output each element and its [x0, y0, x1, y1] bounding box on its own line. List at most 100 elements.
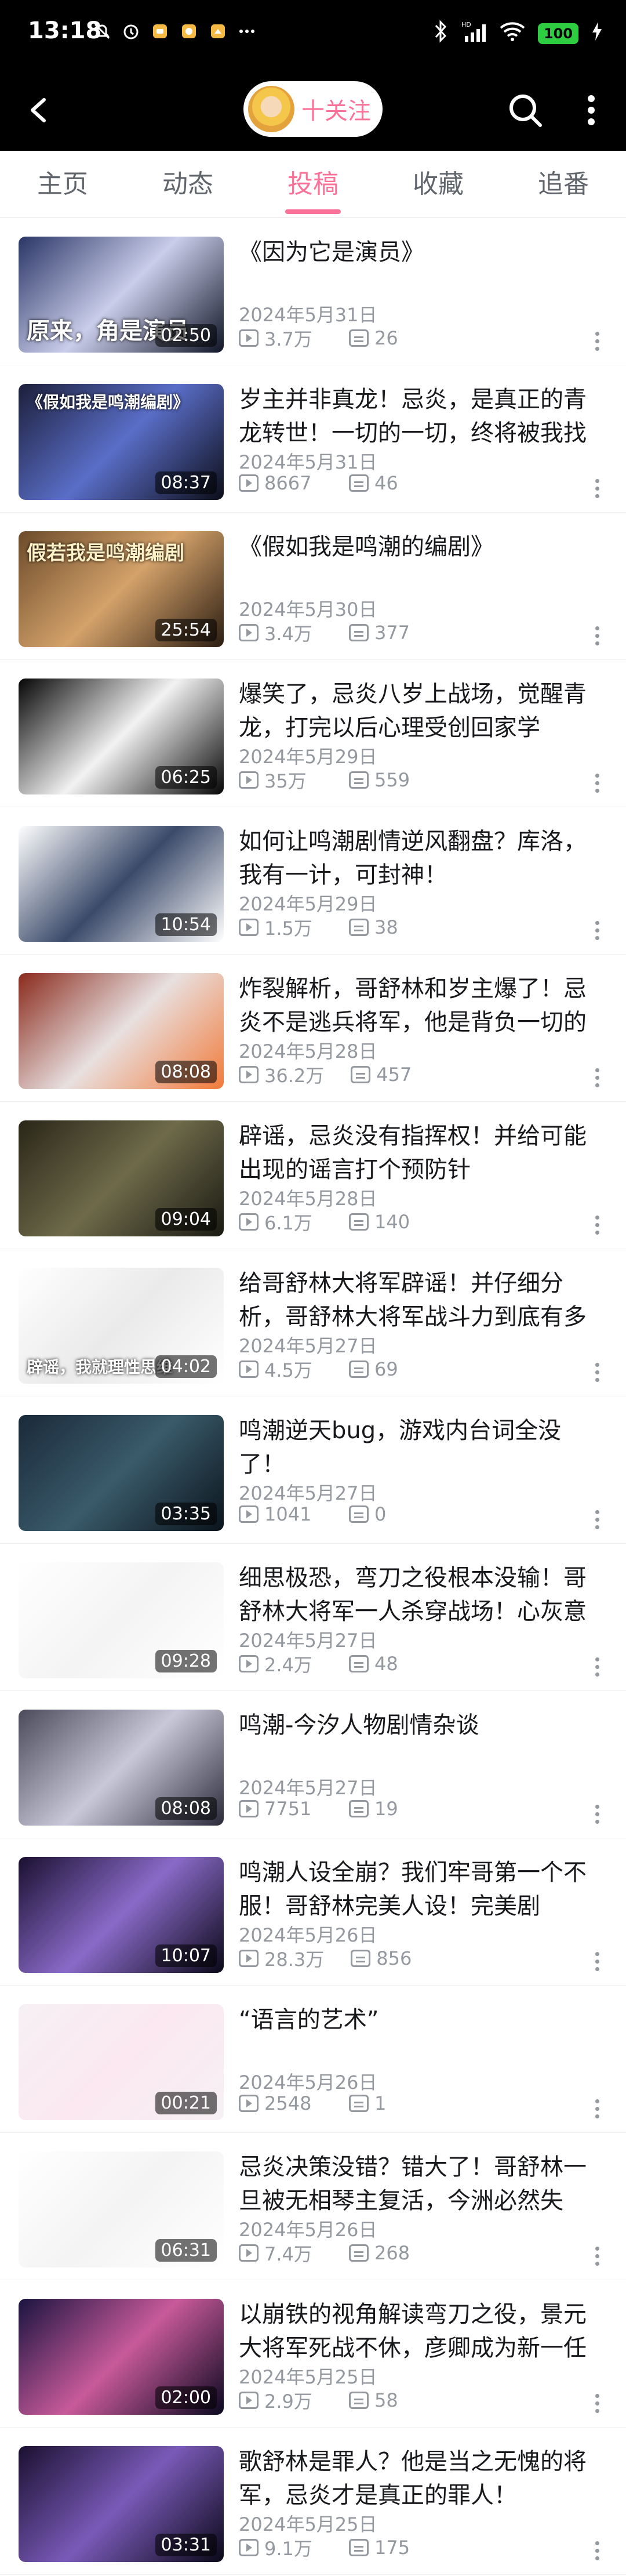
video-title[interactable]: 以崩铁的视角解读弯刀之役，景元大将军死战不休，彦卿成为新一任将军 — [239, 2298, 604, 2365]
video-stats: 35万 559 — [239, 767, 459, 793]
play-count-icon — [239, 771, 259, 789]
search-icon — [509, 95, 542, 127]
video-title[interactable]: 细思极恐，弯刀之役根本没输！哥舒林大将军一人杀穿战场！心灰意冷… — [239, 1561, 604, 1628]
video-title[interactable]: 忌炎决策没错？错大了！哥舒林一旦被无相琴主复活，今洲必然失守！ — [239, 2150, 604, 2218]
video-thumbnail[interactable]: 09:28 — [19, 1562, 224, 1678]
video-more-button[interactable] — [594, 1952, 600, 1978]
video-more-button[interactable] — [594, 1805, 600, 1830]
video-thumbnail[interactable]: 00:21 — [19, 2004, 224, 2120]
video-more-button[interactable] — [594, 1510, 600, 1536]
status-system-icons: HD 100 — [432, 20, 603, 48]
view-count: 2.4万 — [264, 1654, 312, 1676]
video-thumbnail[interactable]: 08:08 — [19, 973, 224, 1089]
video-item[interactable]: 06:25 爆笑了，忌炎八岁上战场，觉醒青龙，打完以后心理受创回家学医，… 20… — [0, 660, 626, 807]
video-item[interactable]: 03:35 鸣潮逆天bug，游戏内台词全没了！ 2024年5月27日 1041 … — [0, 1396, 626, 1544]
video-more-button[interactable] — [594, 2394, 600, 2419]
video-title[interactable]: 鸣潮人设全崩？我们牢哥第一个不服！哥舒林完美人设！完美剧情，… — [239, 1856, 604, 1923]
view-count: 7.4万 — [264, 2243, 312, 2265]
video-more-button[interactable] — [594, 479, 600, 505]
video-thumbnail[interactable]: 03:35 — [19, 1415, 224, 1531]
play-count-icon — [239, 2539, 259, 2556]
video-item[interactable]: 02:00 以崩铁的视角解读弯刀之役，景元大将军死战不休，彦卿成为新一任将军 2… — [0, 2280, 626, 2428]
app-notification-icon — [151, 22, 169, 41]
play-count-icon — [239, 624, 259, 641]
more-vertical-icon — [595, 626, 599, 630]
video-item[interactable]: 09:04 辟谣，忌炎没有指挥权！并给可能出现的谣言打个预防针 2024年5月2… — [0, 1102, 626, 1249]
tab-uploads[interactable]: 投稿 — [250, 151, 376, 217]
danmaku-icon — [349, 2244, 369, 2262]
video-stats: 8667 46 — [239, 472, 459, 494]
danmaku-icon — [349, 1213, 369, 1231]
more-vertical-icon — [595, 2247, 599, 2251]
video-more-button[interactable] — [594, 2099, 600, 2125]
video-item[interactable]: 辟谣，我就理性思维 04:02 给哥舒林大将军辟谣！并仔细分析，哥舒林大将军战斗… — [0, 1249, 626, 1396]
video-thumbnail[interactable]: 08:08 — [19, 1710, 224, 1826]
video-item[interactable]: 10:07 鸣潮人设全崩？我们牢哥第一个不服！哥舒林完美人设！完美剧情，… 20… — [0, 1838, 626, 1986]
video-thumbnail[interactable]: 《假如我是鸣潮编剧》 08:37 — [19, 384, 224, 500]
video-title[interactable]: 给哥舒林大将军辟谣！并仔细分析，哥舒林大将军战斗力到底有多强 — [239, 1267, 604, 1334]
video-title[interactable]: 《因为它是演员》 — [239, 235, 604, 269]
video-item[interactable]: 10:54 如何让鸣潮剧情逆风翻盘？库洛，我有一计，可封神！ 2024年5月29… — [0, 807, 626, 955]
video-thumbnail[interactable]: 假若我是鸣潮编剧 25:54 — [19, 531, 224, 647]
video-title[interactable]: 鸣潮-今汐人物剧情杂谈 — [239, 1708, 604, 1742]
bluetooth-icon — [432, 20, 449, 48]
video-item[interactable]: 06:31 忌炎决策没错？错大了！哥舒林一旦被无相琴主复活，今洲必然失守！ 20… — [0, 2133, 626, 2280]
video-title[interactable]: 岁主并非真龙！忌炎，是真正的青龙转世！一切的一切，终将被我找到… — [239, 383, 604, 450]
video-title[interactable]: 辟谣，忌炎没有指挥权！并给可能出现的谣言打个预防针 — [239, 1119, 604, 1187]
danmaku-count: 1 — [374, 2092, 387, 2114]
video-title[interactable]: 歌舒林是罪人？他是当之无愧的将军，忌炎才是真正的罪人！ — [239, 2445, 604, 2512]
video-thumbnail[interactable]: 06:31 — [19, 2151, 224, 2267]
video-title[interactable]: 如何让鸣潮剧情逆风翻盘？库洛，我有一计，可封神！ — [239, 825, 604, 892]
status-bar: 13:18 HD 100 — [0, 0, 626, 70]
video-title[interactable]: 爆笑了，忌炎八岁上战场，觉醒青龙，打完以后心理受创回家学医，… — [239, 677, 604, 745]
video-item[interactable]: 09:28 细思极恐，弯刀之役根本没输！哥舒林大将军一人杀穿战场！心灰意冷… 2… — [0, 1544, 626, 1691]
video-item[interactable]: 原来，角是演员 02:50 《因为它是演员》 2024年5月31日 3.7万 2… — [0, 218, 626, 365]
view-count: 1041 — [264, 1503, 312, 1525]
video-item[interactable]: 假若我是鸣潮编剧 25:54 《假如我是鸣潮的编剧》 2024年5月30日 3.… — [0, 513, 626, 660]
video-more-button[interactable] — [594, 921, 600, 946]
danmaku-count: 26 — [374, 327, 398, 349]
tab-favorites[interactable]: 收藏 — [376, 151, 501, 217]
video-item[interactable]: 08:08 鸣潮-今汐人物剧情杂谈 2024年5月27日 7751 19 — [0, 1691, 626, 1838]
tab-bangumi[interactable]: 追番 — [501, 151, 626, 217]
video-title[interactable]: 鸣潮逆天bug，游戏内台词全没了！ — [239, 1414, 604, 1481]
video-item[interactable]: 00:21 “语言的艺术” 2024年5月26日 2548 1 — [0, 1986, 626, 2133]
thumbnail-caption: 假若我是鸣潮编剧 — [27, 542, 184, 565]
more-options-button[interactable] — [574, 87, 609, 133]
video-title[interactable]: “语言的艺术” — [239, 2003, 604, 2037]
video-thumbnail[interactable]: 原来，角是演员 02:50 — [19, 237, 224, 353]
play-count-icon — [239, 919, 259, 936]
video-item[interactable]: 08:08 炸裂解析，哥舒林和岁主爆了！忌炎不是逃兵将军，他是背负一切的男… 2… — [0, 955, 626, 1102]
video-thumbnail[interactable]: 辟谣，我就理性思维 04:02 — [19, 1268, 224, 1384]
video-more-button[interactable] — [594, 332, 600, 357]
more-vertical-icon — [595, 1510, 599, 1514]
video-title[interactable]: 《假如我是鸣潮的编剧》 — [239, 530, 604, 564]
video-thumbnail[interactable]: 02:00 — [19, 2299, 224, 2415]
back-button[interactable] — [19, 87, 65, 133]
video-thumbnail[interactable]: 06:25 — [19, 679, 224, 794]
search-button[interactable] — [502, 87, 548, 133]
video-thumbnail[interactable]: 09:04 — [19, 1120, 224, 1236]
view-count: 4.5万 — [264, 1359, 312, 1381]
video-list: 原来，角是演员 02:50 《因为它是演员》 2024年5月31日 3.7万 2… — [0, 218, 626, 2575]
video-more-button[interactable] — [594, 2541, 600, 2567]
video-more-button[interactable] — [594, 774, 600, 799]
video-thumbnail[interactable]: 10:07 — [19, 1857, 224, 1973]
tab-home[interactable]: 主页 — [0, 151, 125, 217]
video-more-button[interactable] — [594, 626, 600, 652]
video-more-button[interactable] — [594, 2247, 600, 2272]
video-duration: 03:35 — [155, 1503, 217, 1525]
follow-button[interactable]: 十关注 — [243, 81, 383, 137]
tab-dynamics[interactable]: 动态 — [125, 151, 250, 217]
video-item[interactable]: 《假如我是鸣潮编剧》 08:37 岁主并非真龙！忌炎，是真正的青龙转世！一切的一… — [0, 365, 626, 513]
video-more-button[interactable] — [594, 1657, 600, 1683]
video-thumbnail[interactable]: 10:54 — [19, 826, 224, 942]
profile-tabs: 主页 动态 投稿 收藏 追番 — [0, 151, 626, 218]
danmaku-icon — [349, 2095, 369, 2112]
video-more-button[interactable] — [594, 1363, 600, 1388]
video-more-button[interactable] — [594, 1068, 600, 1094]
video-thumbnail[interactable]: 03:31 — [19, 2446, 224, 2562]
video-item[interactable]: 03:31 歌舒林是罪人？他是当之无愧的将军，忌炎才是真正的罪人！ 2024年5… — [0, 2428, 626, 2575]
video-more-button[interactable] — [594, 1216, 600, 1241]
video-title[interactable]: 炸裂解析，哥舒林和岁主爆了！忌炎不是逃兵将军，他是背负一切的男… — [239, 972, 604, 1039]
